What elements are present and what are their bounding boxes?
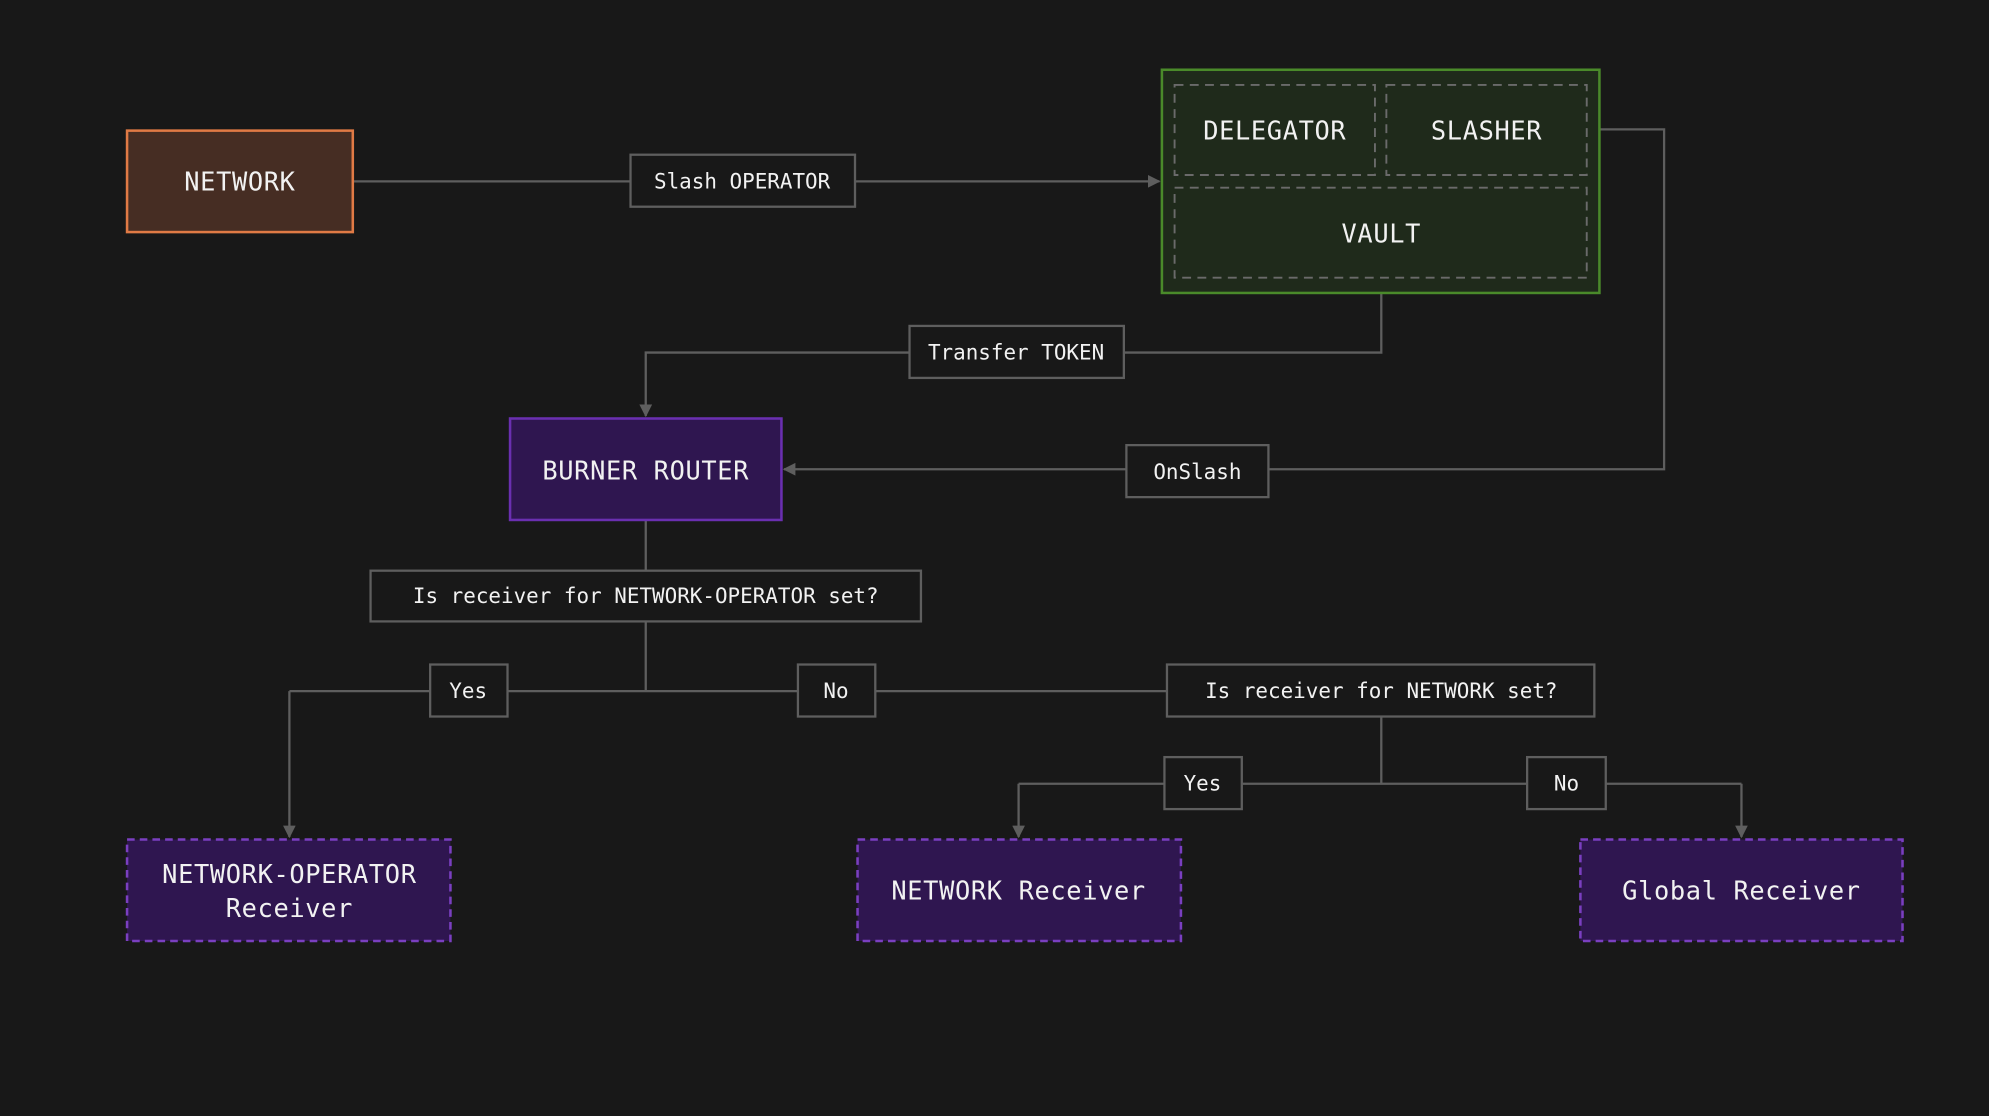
onslash-text: OnSlash xyxy=(1153,460,1241,484)
vault-label: VAULT xyxy=(1342,218,1422,248)
question-network-text: Is receiver for NETWORK set? xyxy=(1205,679,1557,703)
no-2-text: No xyxy=(1554,772,1579,796)
global-receiver-node: Global Receiver xyxy=(1579,838,1904,943)
no-2-label: No xyxy=(1525,755,1607,811)
yes-1-label: Yes xyxy=(429,663,509,718)
yes-1-text: Yes xyxy=(449,679,487,703)
edge-question-branches xyxy=(289,621,1167,693)
question-network-operator-label: Is receiver for NETWORK-OPERATOR set? xyxy=(369,569,923,623)
edge-question2-branches xyxy=(1018,716,1742,785)
network-label: NETWORK xyxy=(184,166,295,196)
no-1-label: No xyxy=(796,663,877,718)
burner-router-flow-diagram: NETWORK DELEGATOR SLASHER VAULT BURNER R… xyxy=(125,68,1904,943)
slash-operator-edge-label: Slash OPERATOR xyxy=(629,153,857,208)
vault-group: DELEGATOR SLASHER VAULT xyxy=(1160,68,1601,295)
burner-router-node: BURNER ROUTER xyxy=(508,417,783,522)
slasher-label: SLASHER xyxy=(1431,116,1542,146)
yes-2-text: Yes xyxy=(1184,772,1222,796)
yes-2-label: Yes xyxy=(1163,755,1243,811)
burner-router-label: BURNER ROUTER xyxy=(542,455,749,485)
slash-operator-text: Slash OPERATOR xyxy=(654,169,831,193)
question-network-operator-text: Is receiver for NETWORK-OPERATOR set? xyxy=(413,584,879,608)
network-operator-receiver-node: NETWORK-OPERATOR Receiver xyxy=(125,838,452,943)
transfer-token-text: Transfer TOKEN xyxy=(928,341,1104,365)
delegator-label: DELEGATOR xyxy=(1203,116,1346,146)
network-operator-receiver-label-line2: Receiver xyxy=(226,893,353,923)
network-node: NETWORK xyxy=(125,129,355,234)
no-1-text: No xyxy=(823,679,848,703)
global-receiver-label: Global Receiver xyxy=(1622,875,1861,905)
network-receiver-label: NETWORK Receiver xyxy=(891,875,1145,905)
onslash-edge-label: OnSlash xyxy=(1125,443,1270,499)
network-receiver-node: NETWORK Receiver xyxy=(856,838,1183,943)
question-network-label: Is receiver for NETWORK set? xyxy=(1165,663,1596,718)
transfer-token-edge-label: Transfer TOKEN xyxy=(908,324,1125,380)
network-operator-receiver-label-line1: NETWORK-OPERATOR xyxy=(162,859,417,889)
